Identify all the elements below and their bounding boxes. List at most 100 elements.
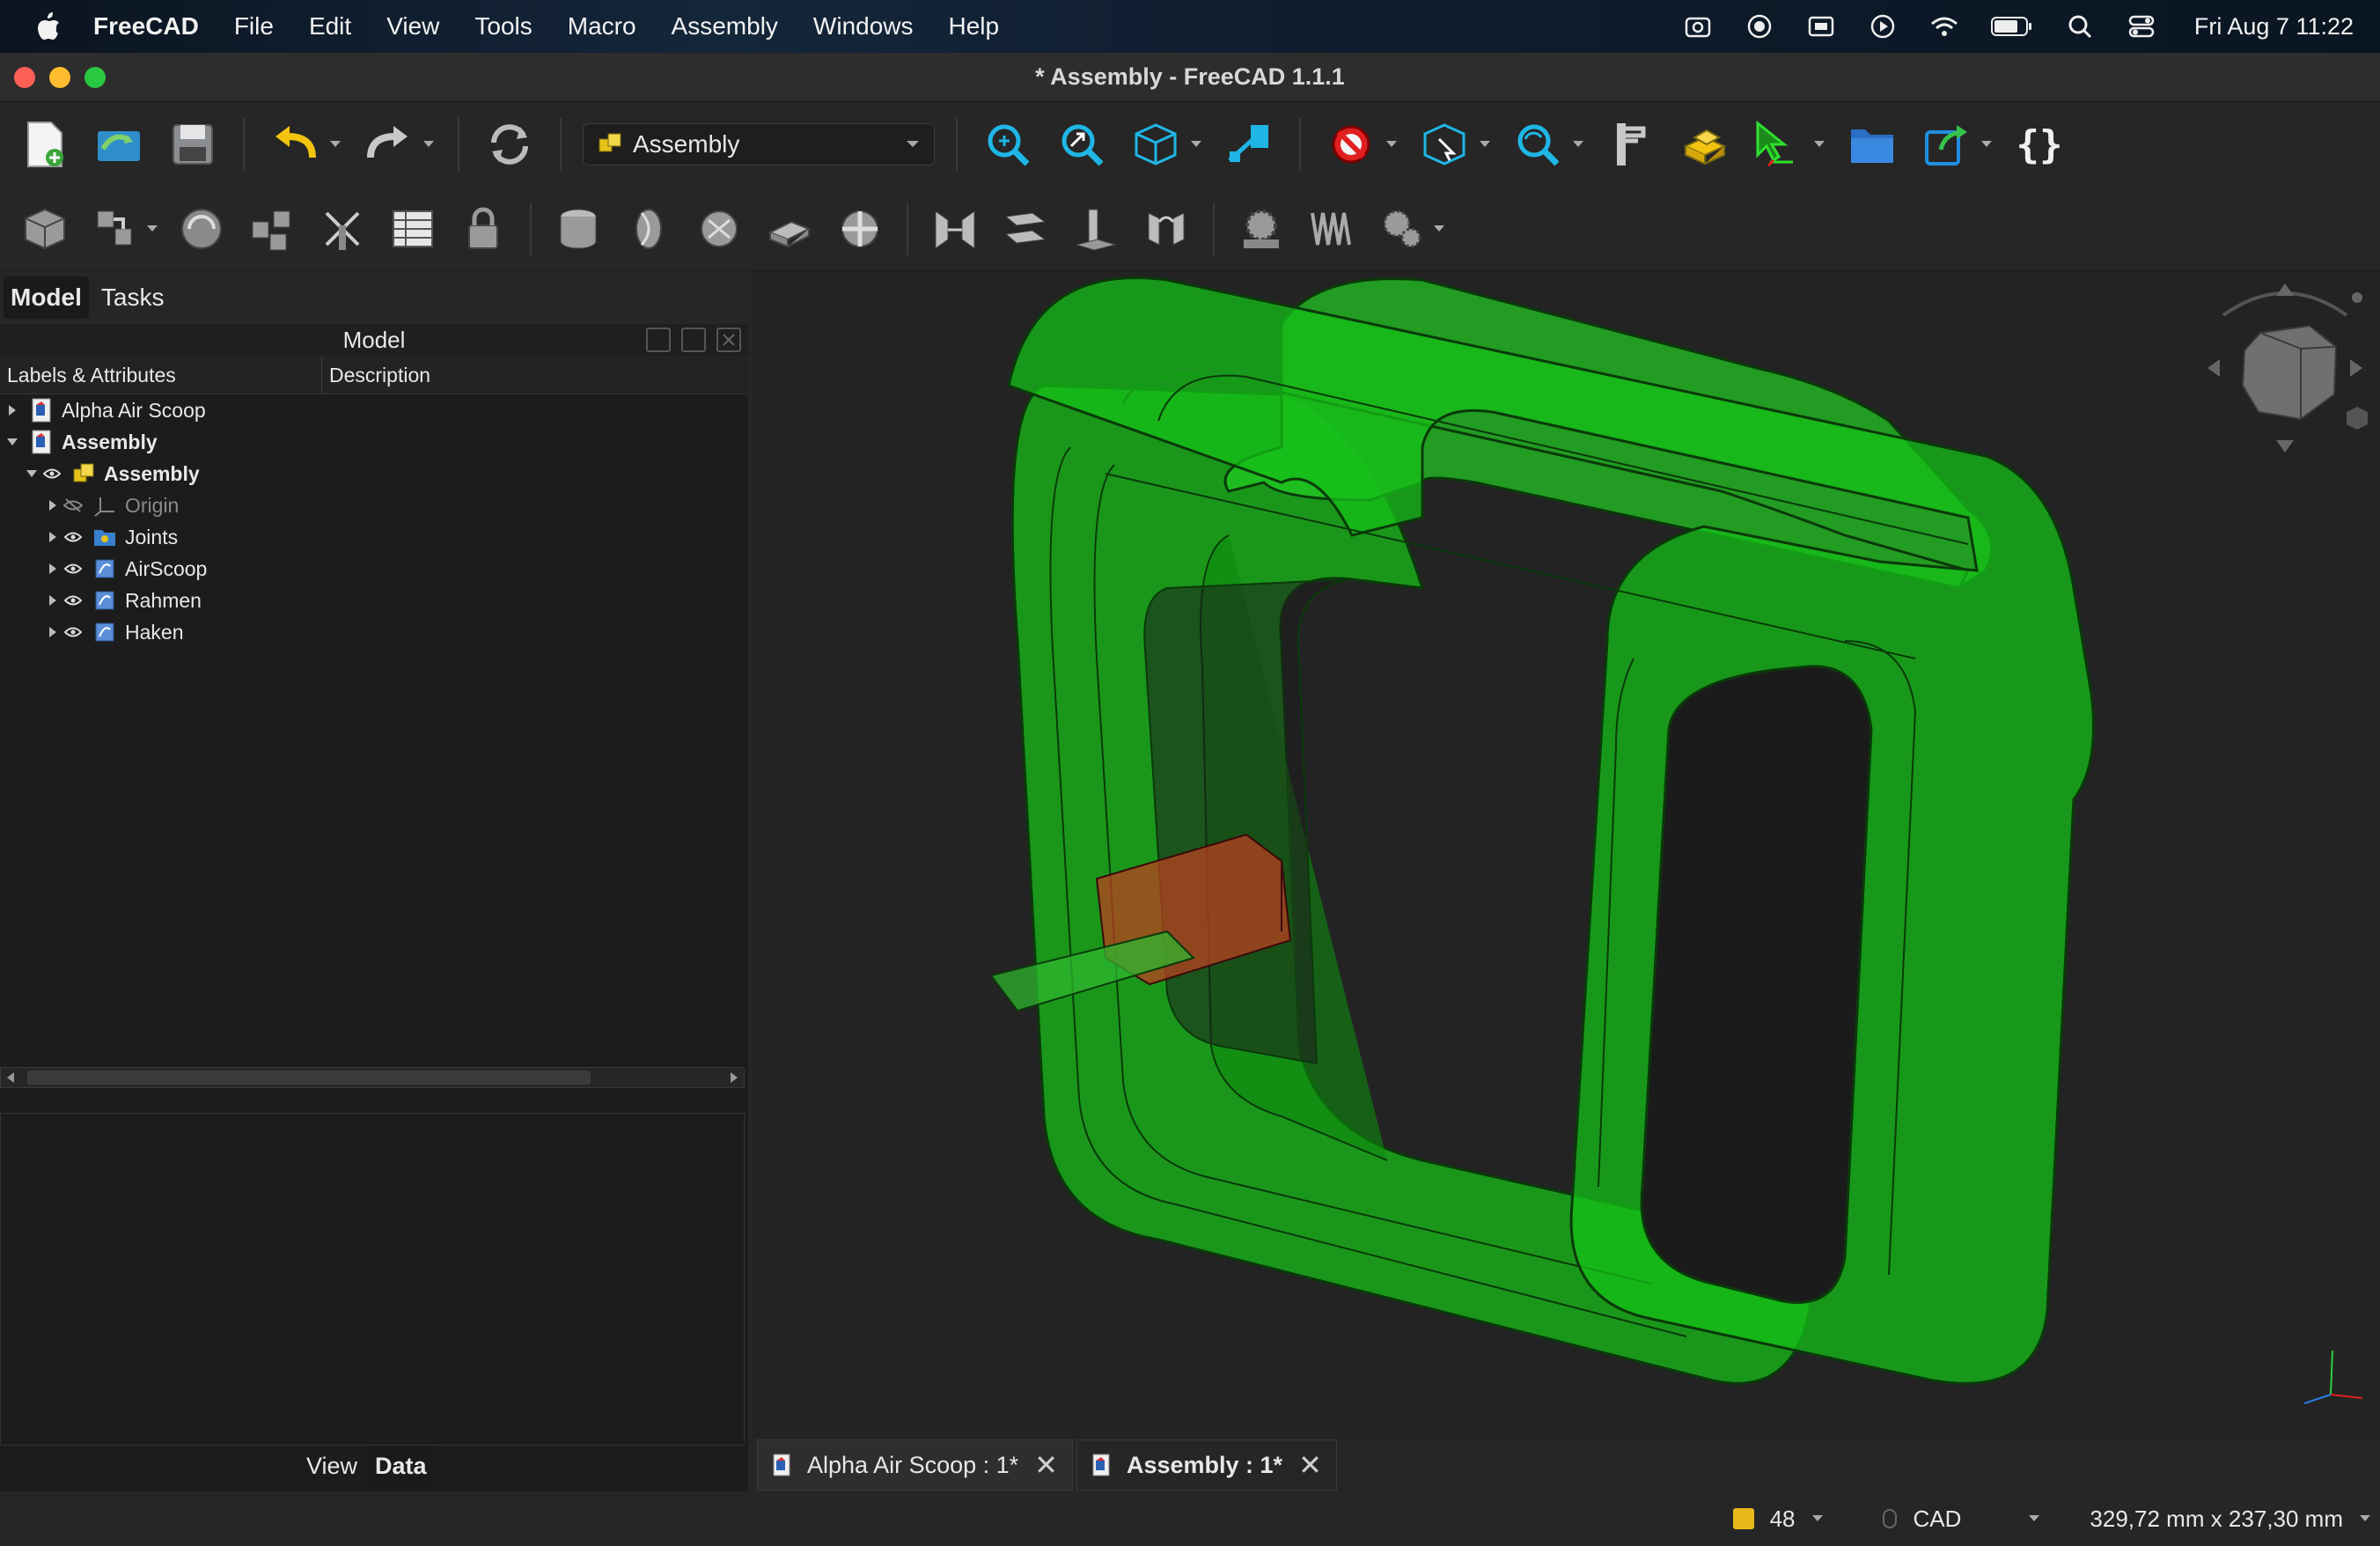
fit-all-icon[interactable]: [979, 115, 1037, 173]
window-close-button[interactable]: [14, 67, 35, 88]
cylindrical-joint-icon[interactable]: [690, 200, 748, 258]
zoom-dropdown-icon[interactable]: [1570, 115, 1586, 173]
chevron-down-icon[interactable]: [1811, 1514, 1824, 1523]
tree-item-rahmen[interactable]: Rahmen: [0, 585, 748, 616]
apple-icon[interactable]: [35, 11, 70, 41]
perpendicular-joint-icon[interactable]: [1067, 200, 1125, 258]
app-name-menu[interactable]: FreeCAD: [93, 12, 199, 40]
visibility-eye-icon[interactable]: [62, 594, 84, 607]
scrollbar-thumb[interactable]: [27, 1071, 591, 1085]
export-dropdown-icon[interactable]: [1979, 115, 1994, 173]
expand-arrow-icon[interactable]: [4, 404, 21, 416]
expand-arrow-icon[interactable]: [44, 594, 62, 607]
tree-item-origin[interactable]: Origin: [0, 490, 748, 521]
menu-tools[interactable]: Tools: [474, 12, 532, 40]
chevron-down-icon[interactable]: [2359, 1514, 2371, 1523]
redo-dropdown-icon[interactable]: [421, 115, 437, 173]
battery-icon[interactable]: [1990, 11, 2034, 42]
window-minimize-button[interactable]: [49, 67, 70, 88]
export-icon[interactable]: [1917, 115, 1975, 173]
navigation-style[interactable]: CAD: [1914, 1506, 1962, 1533]
create-assembly-icon[interactable]: [16, 200, 74, 258]
slider-joint-icon[interactable]: [760, 200, 819, 258]
standard-views-dropdown-icon[interactable]: [1188, 115, 1204, 173]
record-icon[interactable]: [1744, 11, 1775, 42]
expand-arrow-icon[interactable]: [44, 499, 62, 512]
save-icon[interactable]: [164, 115, 222, 173]
dock-close-icon[interactable]: [716, 328, 741, 352]
tree-item-assembly[interactable]: Assembly: [0, 458, 748, 490]
menu-file[interactable]: File: [234, 12, 274, 40]
menu-macro[interactable]: Macro: [568, 12, 636, 40]
tab-tasks[interactable]: Tasks: [94, 276, 172, 319]
lock-component-icon[interactable]: [454, 200, 512, 258]
new-document-icon[interactable]: [16, 115, 74, 173]
close-tab-icon[interactable]: ✕: [1298, 1448, 1322, 1482]
visibility-eye-icon[interactable]: [62, 531, 84, 543]
tree-item-haken[interactable]: Haken: [0, 616, 748, 648]
tab-data[interactable]: Data: [368, 1446, 434, 1487]
column-labels[interactable]: Labels & Attributes: [0, 356, 322, 394]
scroll-right-icon[interactable]: [730, 1071, 738, 1088]
undo-icon[interactable]: [266, 115, 324, 173]
play-icon[interactable]: [1867, 11, 1899, 42]
sketch-view-icon[interactable]: [1220, 115, 1278, 173]
assembly-3d-model[interactable]: [753, 271, 2380, 1439]
rack-pinion-icon[interactable]: [1303, 200, 1361, 258]
refresh-icon[interactable]: [481, 115, 539, 173]
select-filter-dropdown-icon[interactable]: [1811, 115, 1827, 173]
tree-item-assembly-document[interactable]: Assembly: [0, 426, 748, 458]
solve-assembly-icon[interactable]: [173, 200, 231, 258]
menu-view[interactable]: View: [386, 12, 439, 40]
tab-alpha-air-scoop[interactable]: Alpha Air Scoop : 1* ✕: [757, 1439, 1073, 1491]
tab-view[interactable]: View: [299, 1446, 364, 1487]
select-filter-icon[interactable]: [1750, 115, 1808, 173]
window-maximize-button[interactable]: [84, 67, 106, 88]
visibility-eye-icon[interactable]: [62, 626, 84, 638]
zoom-icon[interactable]: [1509, 115, 1567, 173]
fixed-joint-icon[interactable]: [549, 200, 607, 258]
property-view[interactable]: [0, 1113, 745, 1446]
visibility-eye-icon[interactable]: [40, 467, 63, 480]
explode-icon[interactable]: [243, 200, 301, 258]
tab-assembly[interactable]: Assembly : 1* ✕: [1076, 1439, 1337, 1491]
open-document-icon[interactable]: [90, 115, 148, 173]
search-icon[interactable]: [2064, 11, 2096, 42]
3d-viewport[interactable]: [753, 271, 2380, 1439]
redo-icon[interactable]: [359, 115, 417, 173]
tab-model[interactable]: Model: [4, 276, 89, 319]
revolute-joint-icon[interactable]: [620, 200, 678, 258]
menubar-clock[interactable]: Fri Aug 7 11:22: [2194, 13, 2354, 40]
tree-item-alpha-air-scoop[interactable]: Alpha Air Scoop: [0, 394, 748, 426]
expand-arrow-icon[interactable]: [44, 626, 62, 638]
simulation-icon[interactable]: [313, 200, 371, 258]
standard-views-icon[interactable]: [1127, 115, 1185, 173]
tree-horizontal-scrollbar[interactable]: [0, 1067, 745, 1088]
wifi-icon[interactable]: [1928, 11, 1960, 42]
clipping-icon[interactable]: [1322, 115, 1380, 173]
expand-arrow-icon[interactable]: [44, 563, 62, 575]
collapse-arrow-icon[interactable]: [4, 438, 21, 446]
gear-joint-icon[interactable]: [1232, 200, 1290, 258]
angle-joint-icon[interactable]: [1137, 200, 1195, 258]
chevron-down-icon[interactable]: [2028, 1514, 2040, 1523]
close-tab-icon[interactable]: ✕: [1034, 1448, 1058, 1482]
gears-dropdown-icon[interactable]: [1431, 200, 1447, 258]
hidden-eye-icon[interactable]: [62, 497, 84, 513]
tree-item-airscoop[interactable]: AirScoop: [0, 553, 748, 585]
scroll-left-icon[interactable]: [6, 1071, 15, 1088]
screenshot-icon[interactable]: [1682, 11, 1714, 42]
distance-joint-icon[interactable]: [926, 200, 984, 258]
python-console-icon[interactable]: {}: [2010, 115, 2068, 173]
visibility-eye-icon[interactable]: [62, 563, 84, 575]
measure-icon[interactable]: [1602, 115, 1660, 173]
workbench-selector[interactable]: Assembly: [583, 123, 935, 166]
notification-icon[interactable]: [1732, 1508, 1754, 1529]
control-center-icon[interactable]: [2126, 11, 2157, 42]
menu-assembly[interactable]: Assembly: [672, 12, 778, 40]
screw-joint-icon[interactable]: [1373, 200, 1431, 258]
menu-edit[interactable]: Edit: [309, 12, 351, 40]
ball-joint-icon[interactable]: [831, 200, 889, 258]
tree-item-joints[interactable]: Joints: [0, 521, 748, 553]
collapse-arrow-icon[interactable]: [23, 469, 40, 478]
